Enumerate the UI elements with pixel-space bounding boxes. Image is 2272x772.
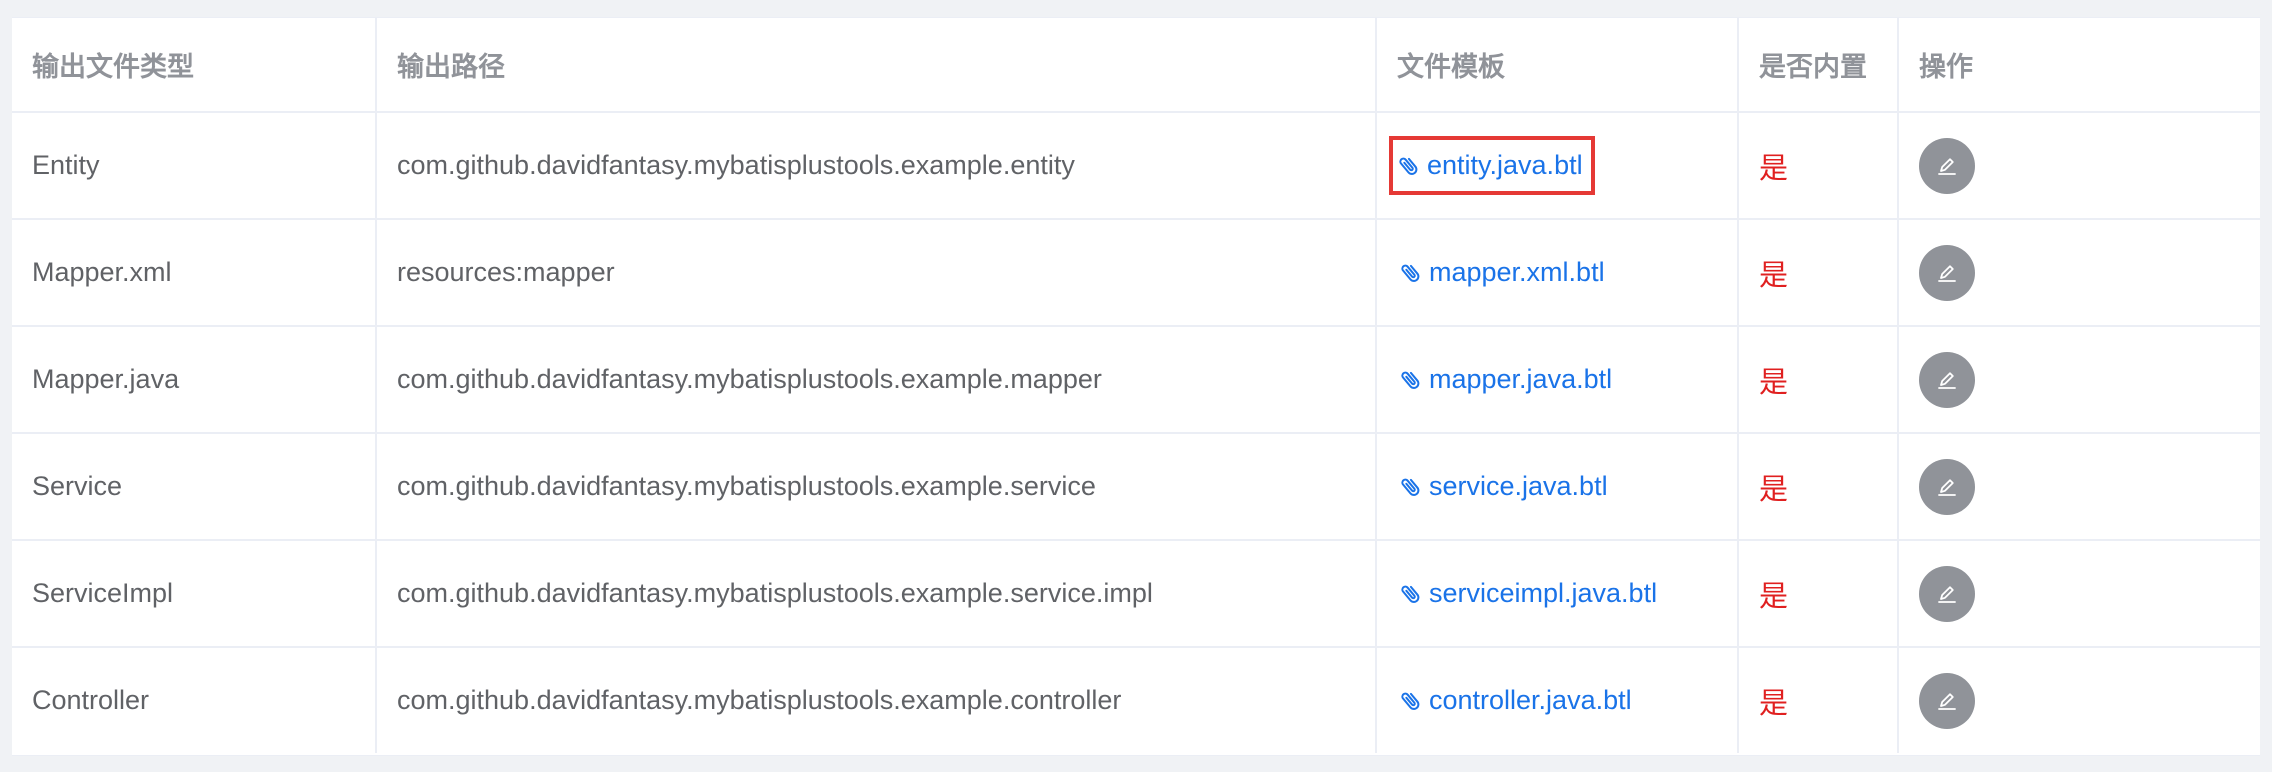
file-config-table-panel: 输出文件类型 输出路径 文件模板 是否内置 操作 Entity com.gith… <box>12 17 2260 756</box>
cell-action <box>1898 540 2260 648</box>
cell-output-path: com.github.davidfantasy.mybatisplustools… <box>376 540 1377 648</box>
edit-icon <box>1938 692 1956 710</box>
table-row: Controller com.github.davidfantasy.mybat… <box>12 647 2260 753</box>
cell-action <box>1898 219 2260 327</box>
template-link-label: serviceimpl.java.btl <box>1429 578 1658 608</box>
cell-builtin: 是 <box>1738 540 1899 648</box>
table-header: 输出文件类型 输出路径 文件模板 是否内置 操作 <box>12 18 2260 113</box>
template-link-label: mapper.java.btl <box>1429 364 1613 394</box>
builtin-flag: 是 <box>1759 473 1789 506</box>
cell-action <box>1898 433 2260 541</box>
cell-action <box>1898 112 2260 220</box>
edit-icon <box>1938 264 1956 282</box>
edit-button[interactable] <box>1919 351 1975 408</box>
template-link[interactable]: controller.java.btl <box>1397 679 1636 722</box>
header-builtin: 是否内置 <box>1738 18 1899 113</box>
header-file-template: 文件模板 <box>1376 18 1739 113</box>
paperclip-icon <box>1399 157 1418 175</box>
paperclip-icon <box>1401 478 1420 496</box>
table-row: Mapper.xml resources:mapper mapper.xml.b… <box>12 219 2260 327</box>
edit-icon <box>1938 371 1956 389</box>
cell-output-path: com.github.davidfantasy.mybatisplustools… <box>376 647 1377 753</box>
cell-template: entity.java.btl <box>1376 112 1739 220</box>
template-link-label: controller.java.btl <box>1429 685 1632 715</box>
header-output-path: 输出路径 <box>376 18 1377 113</box>
cell-template: mapper.xml.btl <box>1376 219 1739 327</box>
paperclip-icon <box>1401 371 1420 389</box>
cell-output-type: Mapper.java <box>12 326 377 434</box>
cell-output-path: com.github.davidfantasy.mybatisplustools… <box>376 433 1377 541</box>
template-link[interactable]: entity.java.btl <box>1389 136 1595 195</box>
edit-button[interactable] <box>1919 137 1975 194</box>
cell-builtin: 是 <box>1738 219 1899 327</box>
edit-button[interactable] <box>1919 565 1975 622</box>
table-row: Mapper.java com.github.davidfantasy.myba… <box>12 326 2260 434</box>
cell-action <box>1898 647 2260 753</box>
template-link[interactable]: service.java.btl <box>1397 465 1612 508</box>
table-row: ServiceImpl com.github.davidfantasy.myba… <box>12 540 2260 648</box>
edit-icon <box>1938 478 1956 496</box>
template-link-label: entity.java.btl <box>1427 150 1583 180</box>
edit-icon <box>1938 157 1956 175</box>
cell-output-path: resources:mapper <box>376 219 1377 327</box>
cell-builtin: 是 <box>1738 647 1899 753</box>
cell-output-type: Entity <box>12 112 377 220</box>
cell-output-type: ServiceImpl <box>12 540 377 648</box>
cell-template: serviceimpl.java.btl <box>1376 540 1739 648</box>
template-link-label: mapper.xml.btl <box>1429 257 1605 287</box>
cell-template: controller.java.btl <box>1376 647 1739 753</box>
file-config-table: 输出文件类型 输出路径 文件模板 是否内置 操作 Entity com.gith… <box>12 18 2260 753</box>
builtin-flag: 是 <box>1759 259 1789 292</box>
template-link[interactable]: mapper.xml.btl <box>1397 251 1609 294</box>
edit-button[interactable] <box>1919 244 1975 301</box>
cell-builtin: 是 <box>1738 433 1899 541</box>
table-row: Service com.github.davidfantasy.mybatisp… <box>12 433 2260 541</box>
builtin-flag: 是 <box>1759 687 1789 720</box>
paperclip-icon <box>1401 264 1420 282</box>
table-row: Entity com.github.davidfantasy.mybatispl… <box>12 112 2260 220</box>
template-link-label: service.java.btl <box>1429 471 1608 501</box>
table-body: Entity com.github.davidfantasy.mybatispl… <box>12 112 2260 753</box>
template-link[interactable]: mapper.java.btl <box>1397 358 1616 401</box>
header-action: 操作 <box>1898 18 2260 113</box>
cell-builtin: 是 <box>1738 112 1899 220</box>
cell-action <box>1898 326 2260 434</box>
cell-output-type: Mapper.xml <box>12 219 377 327</box>
cell-output-path: com.github.davidfantasy.mybatisplustools… <box>376 112 1377 220</box>
cell-template: mapper.java.btl <box>1376 326 1739 434</box>
cell-output-type: Controller <box>12 647 377 753</box>
header-row: 输出文件类型 输出路径 文件模板 是否内置 操作 <box>12 18 2260 113</box>
edit-button[interactable] <box>1919 672 1975 729</box>
cell-template: service.java.btl <box>1376 433 1739 541</box>
edit-icon <box>1938 585 1956 603</box>
cell-builtin: 是 <box>1738 326 1899 434</box>
paperclip-icon <box>1401 585 1420 603</box>
cell-output-path: com.github.davidfantasy.mybatisplustools… <box>376 326 1377 434</box>
edit-button[interactable] <box>1919 458 1975 515</box>
builtin-flag: 是 <box>1759 366 1789 399</box>
builtin-flag: 是 <box>1759 152 1789 185</box>
paperclip-icon <box>1401 692 1420 710</box>
header-output-type: 输出文件类型 <box>12 18 377 113</box>
cell-output-type: Service <box>12 433 377 541</box>
builtin-flag: 是 <box>1759 580 1789 613</box>
template-link[interactable]: serviceimpl.java.btl <box>1397 572 1661 615</box>
